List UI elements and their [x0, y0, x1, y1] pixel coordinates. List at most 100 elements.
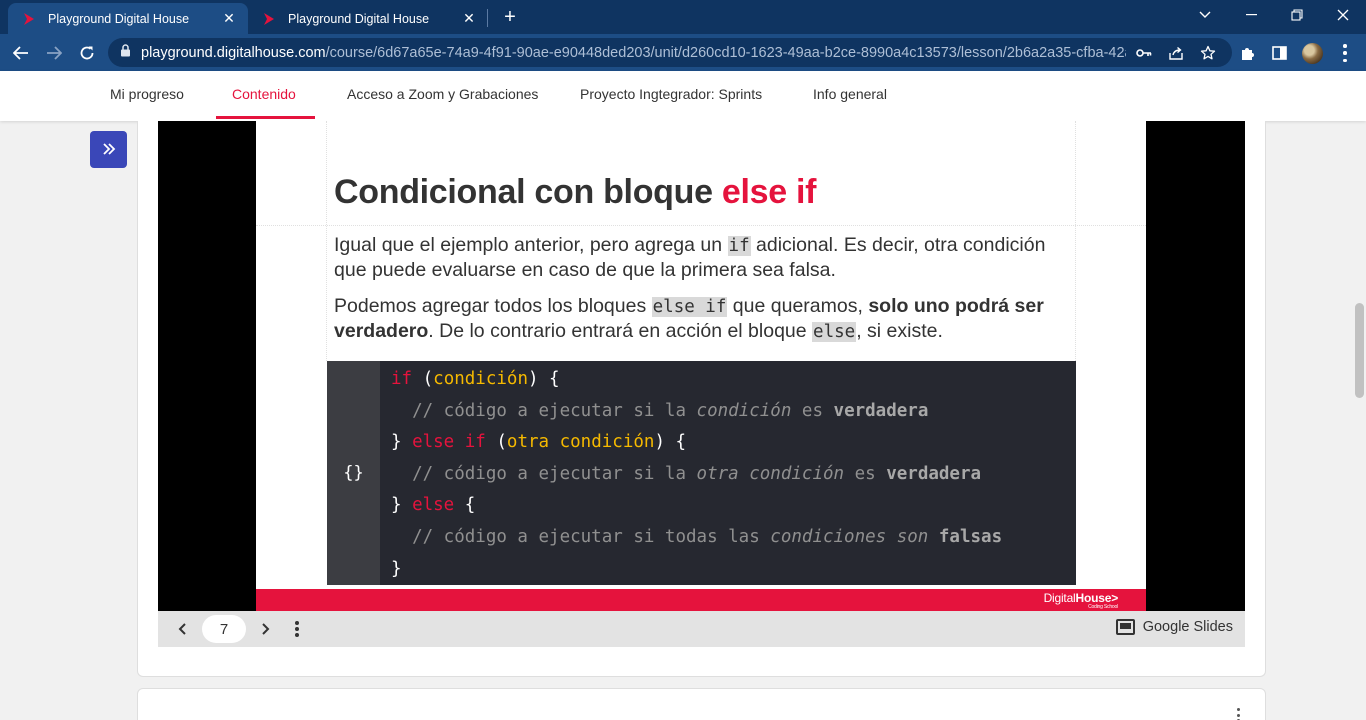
double-chevron-right-icon	[102, 139, 116, 161]
code-line: }	[391, 554, 1002, 586]
keyword: else	[412, 495, 455, 516]
tab-close-icon[interactable]: ✕	[220, 10, 238, 28]
url-text[interactable]: playground.digitalhouse.com/course/6d67a…	[141, 45, 1126, 61]
expand-sidebar-button[interactable]	[90, 131, 127, 168]
browser-tab-active[interactable]: Playground Digital House ✕	[8, 3, 248, 34]
comment-em: condición	[696, 400, 792, 421]
code-lines: if (condición) { // código a ejecutar si…	[391, 364, 1002, 585]
digital-house-footer-logo: DigitalHouse> Coding School	[1043, 591, 1119, 610]
punct: (	[412, 369, 434, 389]
inline-code: else	[812, 322, 857, 342]
browser-toolbar: playground.digitalhouse.com/course/6d67a…	[0, 34, 1366, 71]
lock-icon[interactable]	[120, 43, 131, 62]
code-block: {} if (condición) { // código a ejecutar…	[327, 361, 1076, 585]
code-line: // código a ejecutar si todas las condic…	[391, 522, 1002, 554]
profile-avatar[interactable]	[1302, 43, 1323, 64]
comment: // código a ejecutar si la	[391, 463, 697, 484]
code-gutter-label: {}	[327, 361, 380, 585]
slide-title-highlight: else if	[721, 173, 817, 211]
google-slides-icon	[1115, 619, 1135, 635]
comment: es	[791, 400, 834, 421]
digital-house-logo-icon	[262, 12, 276, 26]
code-line: // código a ejecutar si la otra condició…	[391, 459, 1002, 491]
google-slides-embed[interactable]: Condicional con bloque else if Igual que…	[158, 121, 1245, 611]
punct: }	[391, 432, 413, 453]
punct: }	[391, 558, 402, 579]
logo-text-light: Digital	[1043, 591, 1076, 605]
logo-text-bold: House>	[1075, 591, 1119, 605]
forward-arrow-icon[interactable]	[41, 40, 67, 66]
slide-footer-bar: DigitalHouse> Coding School	[256, 589, 1146, 611]
nav-item-proyecto-integrador[interactable]: Proyecto Ingtegrador: Sprints	[564, 71, 778, 119]
keyword: if	[391, 369, 413, 389]
slide-title-main: Condicional con bloque	[334, 173, 722, 211]
browser-tab-bar: Playground Digital House ✕ Playground Di…	[0, 0, 1366, 34]
side-panel-icon[interactable]	[1268, 42, 1290, 64]
google-slides-link[interactable]: Google Slides	[1115, 619, 1233, 635]
address-bar[interactable]: playground.digitalhouse.com/course/6d67a…	[108, 38, 1232, 67]
punct: (	[485, 432, 507, 453]
card-options-kebab-icon[interactable]	[1235, 708, 1241, 720]
nav-item-mi-progreso[interactable]: Mi progreso	[94, 71, 200, 119]
text: . De lo contrario entrará en acción el b…	[428, 320, 813, 342]
comment-strong: falsas	[938, 526, 1003, 547]
comment-em: condiciones son	[770, 526, 929, 547]
slide: Condicional con bloque else if Igual que…	[256, 121, 1146, 611]
browser-menu-kebab-icon[interactable]	[1335, 44, 1355, 62]
url-host: playground.digitalhouse.com	[141, 44, 326, 61]
punct: {	[454, 495, 476, 516]
url-path: /course/6d67a65e-74a9-4f91-90ae-e90448de…	[325, 44, 1126, 61]
slide-page-number[interactable]: 7	[202, 615, 246, 643]
reload-icon[interactable]	[74, 40, 100, 66]
text: Igual que el ejemplo anterior, pero agre…	[334, 234, 728, 256]
comment-strong: verdadera	[833, 400, 929, 421]
inline-code: if	[727, 236, 751, 256]
digital-house-logo-icon	[22, 12, 36, 26]
browser-tab[interactable]: Playground Digital House ✕	[248, 3, 488, 34]
comment: es	[844, 463, 887, 484]
extensions-puzzle-icon[interactable]	[1237, 42, 1259, 64]
slide-title: Condicional con bloque else if	[334, 173, 816, 212]
text: , si existe.	[856, 320, 943, 342]
bookmark-star-icon[interactable]	[1198, 43, 1218, 63]
close-window-icon[interactable]	[1320, 0, 1366, 30]
punct: ) {	[654, 432, 687, 453]
tab-title: Playground Digital House	[288, 11, 430, 26]
minimize-icon[interactable]	[1228, 0, 1274, 30]
inline-code: else if	[651, 297, 728, 317]
comment: // código a ejecutar si todas las	[391, 526, 771, 547]
slide-guide	[256, 225, 1146, 226]
code-line: if (condición) {	[391, 364, 1002, 396]
comment	[928, 527, 939, 547]
nav-item-zoom-grabaciones[interactable]: Acceso a Zoom y Grabaciones	[331, 71, 554, 119]
previous-slide-chevron-left-icon[interactable]	[171, 618, 193, 640]
code-line: } else {	[391, 490, 1002, 522]
tab-title: Playground Digital House	[48, 11, 190, 26]
tab-search-chevron-down-icon[interactable]	[1182, 0, 1228, 30]
password-key-icon[interactable]	[1134, 43, 1154, 63]
nav-item-contenido[interactable]: Contenido	[216, 71, 315, 119]
keyword: else if	[412, 432, 486, 453]
next-lesson-card	[137, 688, 1266, 720]
slide-paragraph-2: Podemos agregar todos los bloques else i…	[334, 294, 1064, 344]
code-line: // código a ejecutar si la condición es …	[391, 396, 1002, 428]
condition: otra condición	[506, 432, 655, 453]
code-line: } else if (otra condición) {	[391, 427, 1002, 459]
tab-close-icon[interactable]: ✕	[460, 10, 478, 28]
new-tab-plus-icon[interactable]: +	[499, 6, 521, 28]
next-slide-chevron-right-icon[interactable]	[255, 618, 277, 640]
punct: }	[391, 495, 413, 516]
slides-options-kebab-icon[interactable]	[295, 621, 299, 637]
comment: // código a ejecutar si la	[391, 400, 697, 421]
back-arrow-icon[interactable]	[8, 40, 34, 66]
page-scrollbar[interactable]	[1355, 303, 1364, 398]
condition: condición	[433, 369, 528, 389]
course-nav: Mi progreso Contenido Acceso a Zoom y Gr…	[0, 71, 1366, 121]
share-icon[interactable]	[1166, 43, 1186, 63]
nav-item-info-general[interactable]: Info general	[797, 71, 903, 119]
slide-paragraph-1: Igual que el ejemplo anterior, pero agre…	[334, 233, 1064, 282]
punct: ) {	[527, 369, 560, 389]
tab-separator	[487, 9, 488, 27]
restore-window-icon[interactable]	[1274, 0, 1320, 30]
text: Podemos agregar todos los bloques	[334, 295, 652, 317]
